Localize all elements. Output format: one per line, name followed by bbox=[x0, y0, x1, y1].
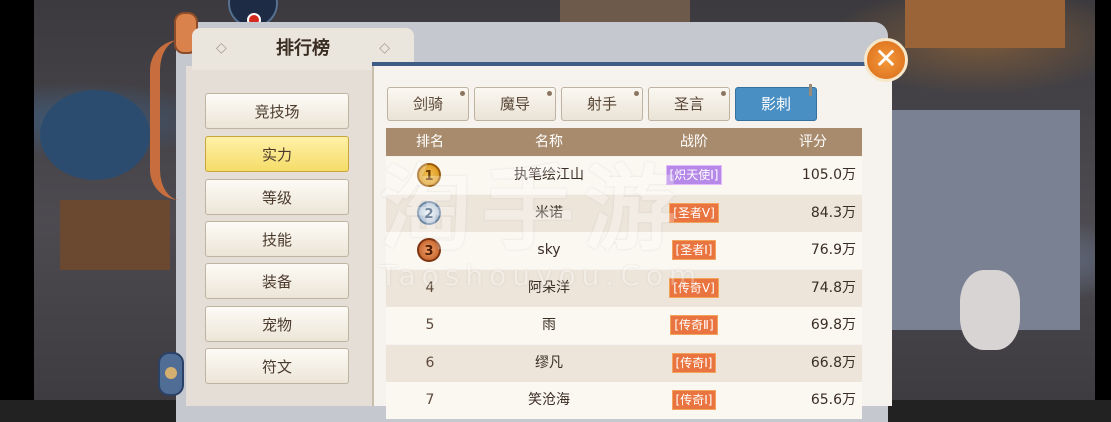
player-name: 笑沧海 bbox=[528, 392, 570, 408]
table-header: 排名 名称 战阶 评分 bbox=[386, 128, 862, 156]
rank-number: 5 bbox=[425, 317, 435, 333]
player-name: 米诺 bbox=[535, 205, 563, 221]
panel-side-ornament bbox=[158, 352, 184, 396]
stage-badge: [传奇Ⅰ] bbox=[671, 390, 717, 410]
sidebar-item-pet[interactable]: 宠物 bbox=[205, 306, 349, 342]
sidebar-item-skill[interactable]: 技能 bbox=[205, 221, 349, 257]
gold-medal-icon: 1 bbox=[417, 163, 441, 187]
player-name: sky bbox=[537, 242, 561, 258]
right-ornament-icon: ◇ bbox=[379, 40, 390, 56]
tab-scroll-indicator bbox=[809, 84, 812, 96]
rank-number: 7 bbox=[425, 392, 435, 408]
stage-badge: [圣者Ⅴ] bbox=[669, 203, 719, 223]
header-stage: 战阶 bbox=[680, 134, 708, 150]
player-name: 缪凡 bbox=[535, 355, 563, 371]
rank-number: 4 bbox=[425, 280, 435, 296]
score-value: 105.0万 bbox=[801, 167, 856, 183]
tab-archer[interactable]: 射手 bbox=[561, 87, 643, 121]
sidebar-item-level[interactable]: 等级 bbox=[205, 179, 349, 215]
player-name: 执笔绘江山 bbox=[514, 167, 584, 183]
left-ornament-icon: ◇ bbox=[216, 40, 227, 56]
rank-number: 6 bbox=[425, 355, 435, 371]
tab-priest[interactable]: 圣言 bbox=[648, 87, 730, 121]
tab-swordknight[interactable]: 剑骑 bbox=[387, 87, 469, 121]
header-score: 评分 bbox=[799, 134, 827, 150]
table-row[interactable]: 4 阿朵洋 [传奇Ⅴ] 74.8万 bbox=[386, 270, 862, 307]
table-row[interactable]: 6 缪凡 [传奇Ⅰ] 66.8万 bbox=[386, 345, 862, 382]
score-value: 69.8万 bbox=[810, 317, 856, 333]
table-row[interactable]: 2 米诺 [圣者Ⅴ] 84.3万 bbox=[386, 195, 862, 232]
table-row[interactable]: 5 雨 [传奇Ⅱ] 69.8万 bbox=[386, 307, 862, 344]
silver-medal-icon: 2 bbox=[417, 201, 441, 225]
header-rank: 排名 bbox=[416, 134, 444, 150]
stage-badge: [圣者Ⅰ] bbox=[671, 240, 717, 260]
ribbon-decoration bbox=[150, 40, 188, 200]
score-value: 84.3万 bbox=[810, 205, 856, 221]
score-value: 65.6万 bbox=[810, 392, 856, 408]
tab-assassin[interactable]: 影刺 bbox=[735, 87, 817, 121]
table-row[interactable]: 3 sky [圣者Ⅰ] 76.9万 bbox=[386, 232, 862, 269]
player-name: 阿朵洋 bbox=[528, 280, 570, 296]
page-title: 排行榜 bbox=[276, 38, 330, 59]
sidebar-item-strength[interactable]: 实力 bbox=[205, 136, 349, 172]
table-row[interactable]: 7 笑沧海 [传奇Ⅰ] 65.6万 bbox=[386, 382, 862, 419]
score-value: 66.8万 bbox=[810, 355, 856, 371]
sidebar-item-rune[interactable]: 符文 bbox=[205, 348, 349, 384]
table-row[interactable]: 1 执笔绘江山 [炽天使Ⅰ] 105.0万 bbox=[386, 157, 862, 194]
tab-mage[interactable]: 魔导 bbox=[474, 87, 556, 121]
stage-badge: [炽天使Ⅰ] bbox=[665, 165, 723, 185]
header-name: 名称 bbox=[535, 134, 563, 150]
stage-badge: [传奇Ⅱ] bbox=[670, 315, 718, 335]
bronze-medal-icon: 3 bbox=[417, 238, 441, 262]
player-name: 雨 bbox=[542, 317, 556, 333]
close-button[interactable]: ✕ bbox=[864, 38, 908, 82]
left-screen-edge bbox=[0, 0, 34, 400]
stage-badge: [传奇Ⅴ] bbox=[669, 278, 719, 298]
stage-badge: [传奇Ⅰ] bbox=[671, 353, 717, 373]
right-screen-edge bbox=[1095, 0, 1111, 400]
sidebar-item-arena[interactable]: 竞技场 bbox=[205, 93, 349, 129]
sidebar-item-equipment[interactable]: 装备 bbox=[205, 263, 349, 299]
score-value: 74.8万 bbox=[810, 280, 856, 296]
score-value: 76.9万 bbox=[810, 242, 856, 258]
